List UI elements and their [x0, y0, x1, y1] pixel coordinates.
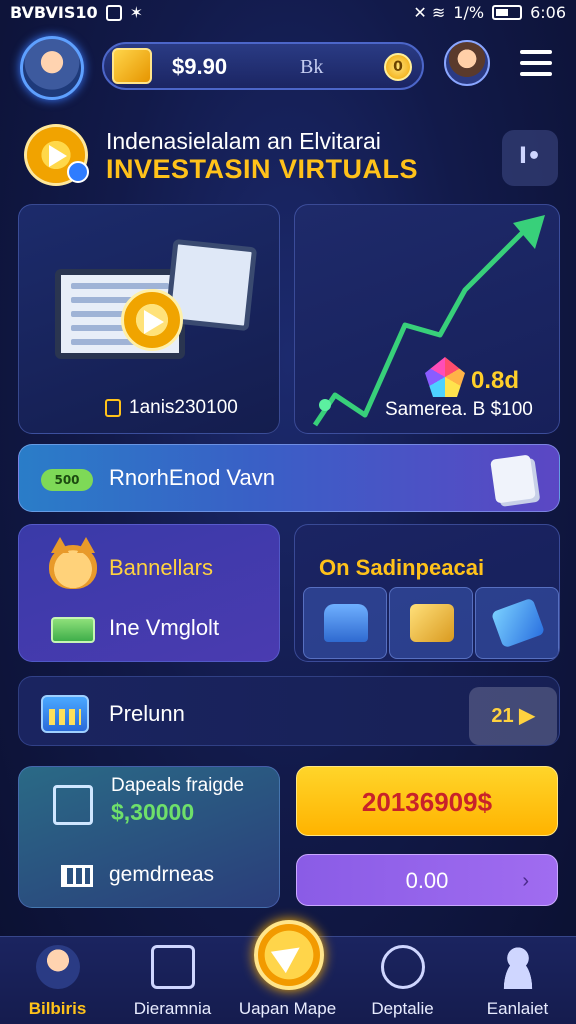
- growth-card[interactable]: 0.8d Samerea. B $100: [294, 204, 560, 434]
- tile-truck[interactable]: [303, 587, 387, 659]
- profile-icon: [36, 945, 80, 989]
- promo-button-label: 21: [491, 705, 514, 727]
- money-icon: [51, 617, 95, 643]
- coin-amount: $9.90: [172, 54, 228, 79]
- document-icon: [490, 454, 536, 504]
- deposit-card[interactable]: Dapeals fraigde $,30000 gemdrneas: [18, 766, 280, 908]
- page-title: INVESTASIN VIRTUALS: [106, 154, 419, 184]
- gold-coin-icon: 0: [384, 53, 412, 81]
- paper-plane-icon: [270, 936, 308, 974]
- notification-icon: [105, 4, 122, 21]
- pets-card[interactable]: Bannellars Ine Vmglolt: [18, 524, 280, 662]
- status-bar: BVBVIS10 ✶ ✕ ≋ 1/% 6:06: [0, 0, 576, 28]
- nav-label: Dieramnia: [133, 999, 212, 1018]
- promo-row[interactable]: Prelunn 21 ▶: [18, 676, 560, 746]
- search-icon: [381, 945, 425, 989]
- purple-button-label: 0.00: [405, 868, 449, 893]
- friend-avatar[interactable]: [444, 40, 490, 86]
- reward-card[interactable]: 1anis230100: [18, 204, 280, 434]
- growth-caption: Samerea. B $100: [385, 399, 533, 420]
- banner-label: RnorhEnod Vavn: [109, 465, 275, 490]
- gold-action-button[interactable]: 20136909$: [296, 766, 558, 836]
- play-icon: [49, 145, 67, 167]
- nav-item-account[interactable]: Eanlaiet: [460, 937, 575, 1024]
- medal-icon: [121, 289, 183, 351]
- battery-icon: [492, 5, 523, 20]
- card-icon: [490, 597, 546, 649]
- deposit-title: Dapeals fraigde: [111, 775, 245, 796]
- user-avatar[interactable]: [20, 36, 84, 100]
- center-action-button[interactable]: [254, 920, 324, 990]
- bluetooth-icon: ✶: [129, 3, 144, 22]
- growth-value: 0.8d: [471, 367, 520, 394]
- nav-item-search[interactable]: Deptalie: [345, 937, 460, 1024]
- banner-row[interactable]: 500 RnorhEnod Vavn: [18, 444, 560, 512]
- currency-bar[interactable]: $9.90 Bk 0: [102, 42, 424, 90]
- nav-item-diagram[interactable]: Dieramnia: [115, 937, 230, 1024]
- nav-label: Uapan Mape: [238, 999, 337, 1018]
- tile-card[interactable]: [475, 587, 559, 659]
- truck-icon: [324, 604, 368, 642]
- grid-label: gemdrneas: [109, 863, 215, 886]
- wifi-icon: ✕ ≋: [413, 3, 446, 22]
- badge-icon: [67, 161, 89, 183]
- app-logo: [24, 124, 89, 186]
- money-label: Ine Vmglolt: [109, 615, 220, 640]
- nav-label: Deptalie: [371, 999, 434, 1018]
- chevron-right-icon: ›: [522, 870, 529, 892]
- promo-play-button[interactable]: 21 ▶: [469, 687, 557, 745]
- reward-caption: 1anis230100: [129, 397, 238, 418]
- chart-icon: [53, 785, 93, 825]
- nav-label: Eanlaiet: [486, 999, 549, 1018]
- battery-percent: 1/%: [453, 3, 485, 22]
- special-title: On Sadinpeacai: [319, 555, 485, 580]
- nav-item-home[interactable]: Bilbiris: [0, 937, 115, 1024]
- calendar-icon: [41, 695, 89, 733]
- page-subtitle: Indenasielalam an Elvitarai: [106, 128, 381, 154]
- promo-label: Prelunn: [109, 701, 185, 726]
- side-panel-button[interactable]: I•: [502, 130, 558, 186]
- menu-icon[interactable]: [520, 50, 552, 78]
- grid-icon: [61, 865, 93, 887]
- special-card[interactable]: On Sadinpeacai: [294, 524, 560, 662]
- cat-icon: [49, 537, 97, 589]
- treasure-box-icon: [112, 48, 152, 84]
- purple-action-button[interactable]: 0.00 ›: [296, 854, 558, 906]
- tile-box[interactable]: [389, 587, 473, 659]
- nav-label: Bilbiris: [28, 999, 87, 1018]
- user-icon: [496, 945, 540, 989]
- box-icon: [410, 604, 454, 642]
- banner-pill: 500: [41, 469, 93, 491]
- image-icon: [151, 945, 195, 989]
- lock-icon: [105, 399, 121, 417]
- deposit-value: $,30000: [111, 799, 195, 825]
- status-time: 6:06: [530, 3, 566, 22]
- pets-label: Bannellars: [109, 555, 213, 580]
- status-left-text: BVBVIS10: [10, 3, 98, 22]
- coin-unit: Bk: [300, 56, 324, 78]
